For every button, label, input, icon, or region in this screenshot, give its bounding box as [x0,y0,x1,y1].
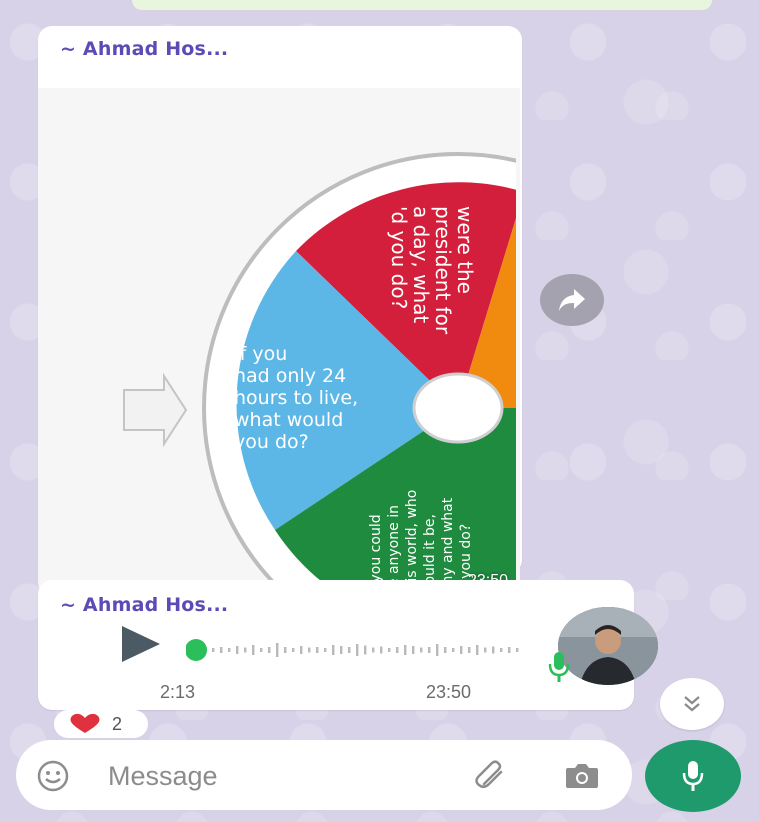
voice-duration: 2:13 [160,682,196,702]
waveform-bar [364,645,367,655]
waveform-bar [516,648,519,652]
wheel-graphic: were the president for a day, what 'd yo… [123,152,516,596]
camera-icon [566,764,598,788]
waveform-bar [244,647,247,653]
voice-waveform[interactable] [186,638,526,662]
waveform-bar [380,646,383,654]
forward-button[interactable] [540,274,604,326]
waveform-bar [452,648,455,652]
waveform-bar [348,647,351,653]
wheel-blue-line-5: you do? [234,431,309,453]
waveform-bar [428,647,431,653]
waveform-bar [300,646,303,654]
reaction-count: 2 [112,713,123,734]
waveform-bar [276,643,279,657]
waveform-bar [404,645,407,655]
waveform-bar [228,648,231,652]
waveform-bar [372,647,375,653]
waveform-bar [236,646,239,654]
wheel-red-line-2: president for [431,206,455,335]
waveform-bar [468,647,471,653]
waveform-bar [268,647,271,653]
microphone-icon [548,652,570,682]
voice-message-sender[interactable]: ~ Ahmad Hos... [60,594,228,616]
double-chevron-down-icon [684,696,700,712]
voice-note-mic-badge [546,650,572,689]
wheel-red-line-3: a day, what [409,206,433,323]
waveform-bar [388,648,391,652]
waveform-bar [484,647,487,653]
waveform-bar [476,645,479,655]
emoji-button[interactable] [36,759,70,798]
record-voice-button[interactable] [645,740,741,812]
previous-message-edge [132,0,712,10]
wheel-red-line-4: 'd you do? [387,206,411,309]
attach-button[interactable] [474,760,508,797]
waveform-bar [420,647,423,653]
voice-message-bubble[interactable]: ~ Ahmad Hos... 2:13 23:50 [38,580,658,710]
wheel-hub [412,372,504,444]
waveform-bar [284,647,287,653]
wheel-blue-line-1: If you [234,343,287,365]
waveform-bar [252,645,255,655]
wheel-blue-line-3: hours to live, [234,387,358,409]
forward-icon [559,289,585,311]
camera-button[interactable] [564,762,600,795]
message-input[interactable] [106,752,440,800]
waveform-bar [492,646,495,654]
waveform-bar [308,647,311,653]
emoji-icon [37,760,69,792]
microphone-icon [682,761,704,791]
heart-icon [70,713,100,733]
wheel-red-line-1: were the [453,206,477,294]
waveform-bar [212,648,215,652]
waveform-bar [356,644,359,656]
waveform-bar [292,648,295,652]
play-button[interactable] [120,624,162,669]
waveform-bar [260,648,263,652]
scroll-to-bottom-button[interactable] [660,678,724,730]
waveform-bar [396,647,399,653]
message-composer[interactable] [16,740,632,810]
waveform-bar [332,645,335,655]
waveform-bar [340,646,343,654]
paperclip-icon [475,760,503,788]
waveform-bar [436,644,439,656]
waveform-bar [316,647,319,653]
image-message-sender[interactable]: ~ Ahmad Hos... [60,38,228,60]
play-icon [122,626,160,662]
waveform-bar [324,648,327,652]
reaction-pill[interactable]: 2 [54,710,148,738]
playback-progress-dot[interactable] [186,639,207,661]
waveform-bar [500,648,503,652]
voice-message-time: 23:50 [426,682,472,702]
waveform-bar [220,647,223,653]
spin-wheel-image[interactable]: were the president for a day, what 'd yo… [38,88,520,596]
waveform-bar [508,647,511,653]
wheel-blue-line-4: what would [234,409,343,431]
image-message-bubble[interactable]: ~ Ahmad Hos... were the president for a … [38,26,522,596]
pointer-arrow-icon [123,372,188,448]
waveform-bar [412,646,415,654]
waveform-bar [444,647,447,653]
sender-avatar[interactable] [558,607,658,685]
wheel-blue-line-2: had only 24 [234,365,346,387]
waveform-bar [460,646,463,654]
